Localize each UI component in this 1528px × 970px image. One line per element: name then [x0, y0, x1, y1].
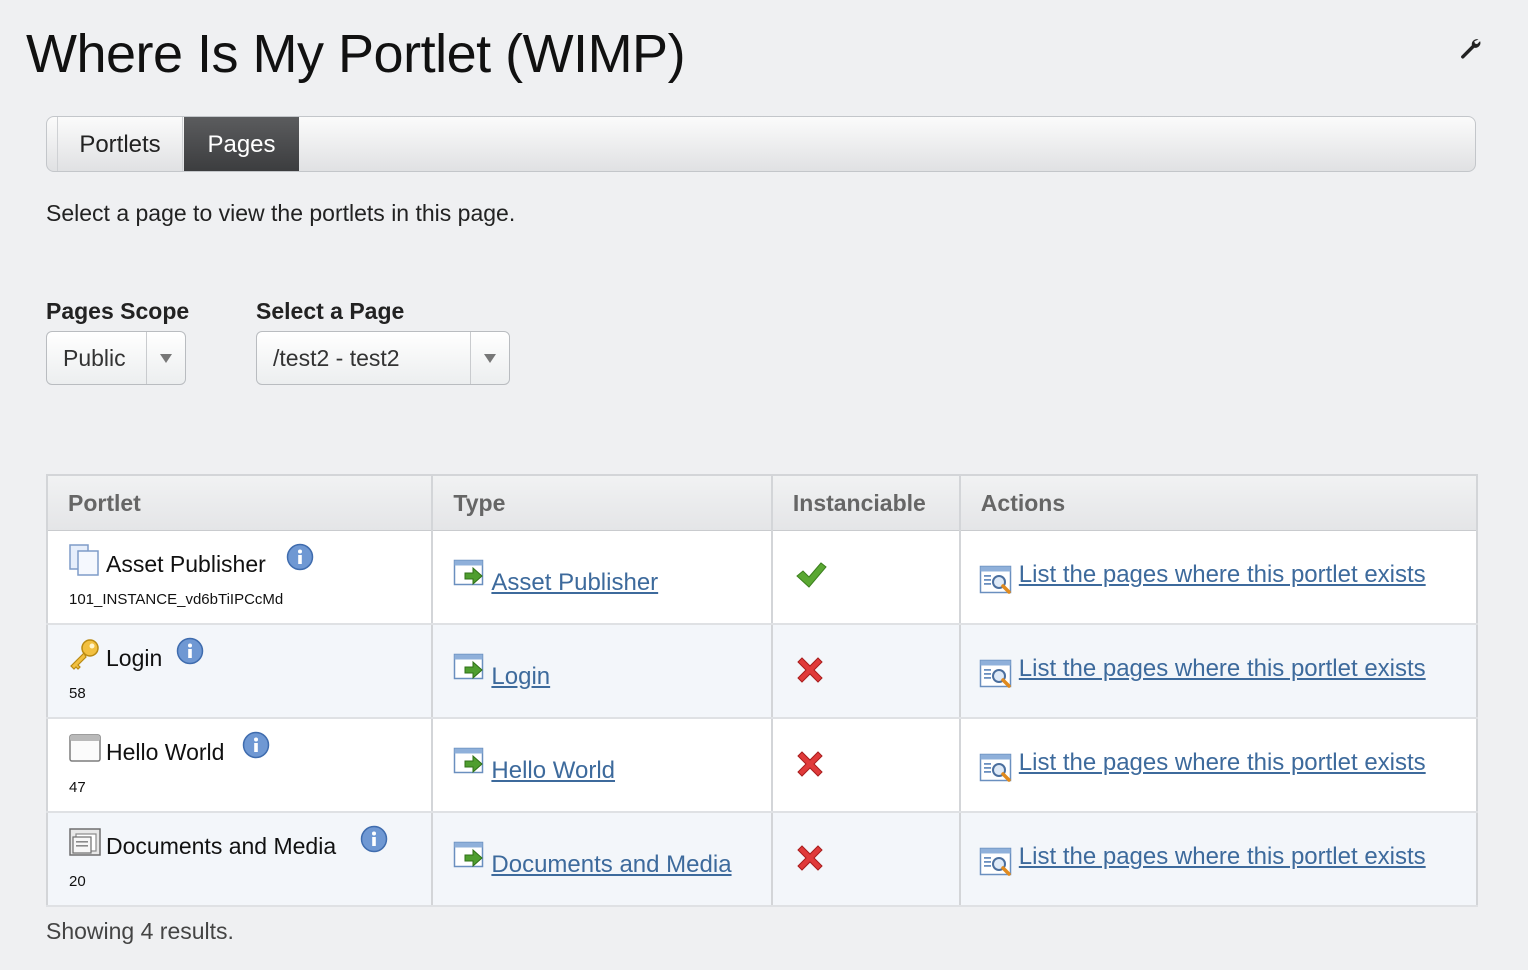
portlet-id: 58 [69, 685, 86, 702]
select-page-value: /test2 - test2 [273, 345, 400, 371]
tab-portlets[interactable]: Portlets [57, 117, 183, 171]
actions-cell: List the pages where this portlet exists [959, 812, 1479, 907]
chevron-down-icon[interactable] [146, 332, 185, 384]
chevron-down-icon[interactable] [470, 332, 509, 384]
table-row: Login 58 Login List the pages where this… [47, 624, 1479, 719]
info-icon[interactable] [176, 637, 204, 665]
type-link[interactable]: Login [491, 663, 550, 691]
wrench-icon[interactable] [1458, 36, 1482, 60]
portlets-table: Portlet Type Instanciable Actions Asset … [46, 474, 1479, 907]
type-cell: Login [432, 624, 773, 719]
list-pages-link[interactable]: List the pages where this portlet exists [1019, 749, 1426, 777]
cross-icon [797, 751, 823, 777]
column-header-instanciable[interactable]: Instanciable [771, 475, 961, 531]
asset-publisher-icon [69, 544, 99, 576]
search-pages-icon[interactable] [979, 657, 1015, 691]
portlet-id: 101_INSTANCE_vd6bTiIPCcMd [69, 591, 284, 608]
search-pages-icon[interactable] [979, 563, 1015, 597]
go-to-icon [454, 559, 484, 586]
portlet-name: Documents and Media [106, 833, 337, 859]
column-header-actions: Actions [959, 475, 1479, 531]
type-cell: Documents and Media [432, 812, 773, 907]
table-row: Documents and Media 20 Documents and Med… [47, 812, 1479, 907]
portlet-id: 47 [69, 779, 86, 796]
go-to-icon [454, 747, 484, 774]
list-pages-link[interactable]: List the pages where this portlet exists [1019, 843, 1426, 871]
select-page-select[interactable]: /test2 - test2 [256, 331, 510, 385]
tab-bar: Portlets Pages [46, 116, 1476, 172]
results-count: Showing 4 results. [46, 918, 234, 944]
type-link[interactable]: Asset Publisher [491, 569, 658, 597]
portlet-cell: Hello World 47 [47, 718, 434, 813]
list-pages-link[interactable]: List the pages where this portlet exists [1019, 655, 1426, 683]
actions-cell: List the pages where this portlet exists [959, 624, 1479, 719]
table-row: Hello World 47 Hello World List the page… [47, 718, 1479, 813]
instanciable-cell [771, 530, 961, 625]
portlet-name: Asset Publisher [106, 551, 266, 577]
instanciable-cell [771, 624, 961, 719]
instanciable-cell [771, 812, 961, 907]
window-icon [69, 734, 101, 762]
intro-text: Select a page to view the portlets in th… [46, 200, 516, 226]
page-title: Where Is My Portlet (WIMP) [26, 24, 686, 84]
portlet-cell: Documents and Media 20 [47, 812, 434, 907]
type-link[interactable]: Documents and Media [491, 851, 731, 879]
actions-cell: List the pages where this portlet exists [959, 530, 1479, 625]
type-cell: Hello World [432, 718, 773, 813]
info-icon[interactable] [242, 731, 270, 759]
pages-scope-label: Pages Scope [46, 298, 190, 324]
info-icon[interactable] [360, 825, 388, 853]
info-icon[interactable] [286, 543, 314, 571]
portlet-cell: Asset Publisher 101_INSTANCE_vd6bTiIPCcM… [47, 530, 434, 625]
column-header-portlet[interactable]: Portlet [47, 475, 434, 531]
tab-pages[interactable]: Pages [184, 117, 299, 171]
portlet-name: Hello World [106, 739, 225, 765]
portlet-cell: Login 58 [47, 624, 434, 719]
check-icon [796, 562, 827, 588]
search-pages-icon[interactable] [979, 751, 1015, 785]
go-to-icon [454, 653, 484, 680]
cross-icon [797, 657, 823, 683]
actions-cell: List the pages where this portlet exists [959, 718, 1479, 813]
select-page-label: Select a Page [256, 298, 405, 324]
instanciable-cell [771, 718, 961, 813]
documents-icon [69, 828, 101, 856]
table-row: Asset Publisher 101_INSTANCE_vd6bTiIPCcM… [47, 530, 1479, 625]
key-icon [70, 639, 99, 670]
portlet-name: Login [106, 645, 163, 671]
pages-scope-value: Public [63, 345, 126, 371]
go-to-icon [454, 841, 484, 868]
column-header-type[interactable]: Type [432, 475, 773, 531]
type-cell: Asset Publisher [432, 530, 773, 625]
table-header-row: Portlet Type Instanciable Actions [47, 475, 1479, 531]
portlet-id: 20 [69, 873, 86, 890]
type-link[interactable]: Hello World [491, 757, 615, 785]
cross-icon [797, 845, 823, 871]
list-pages-link[interactable]: List the pages where this portlet exists [1019, 561, 1426, 589]
search-pages-icon[interactable] [979, 845, 1015, 879]
pages-scope-select[interactable]: Public [46, 331, 186, 385]
